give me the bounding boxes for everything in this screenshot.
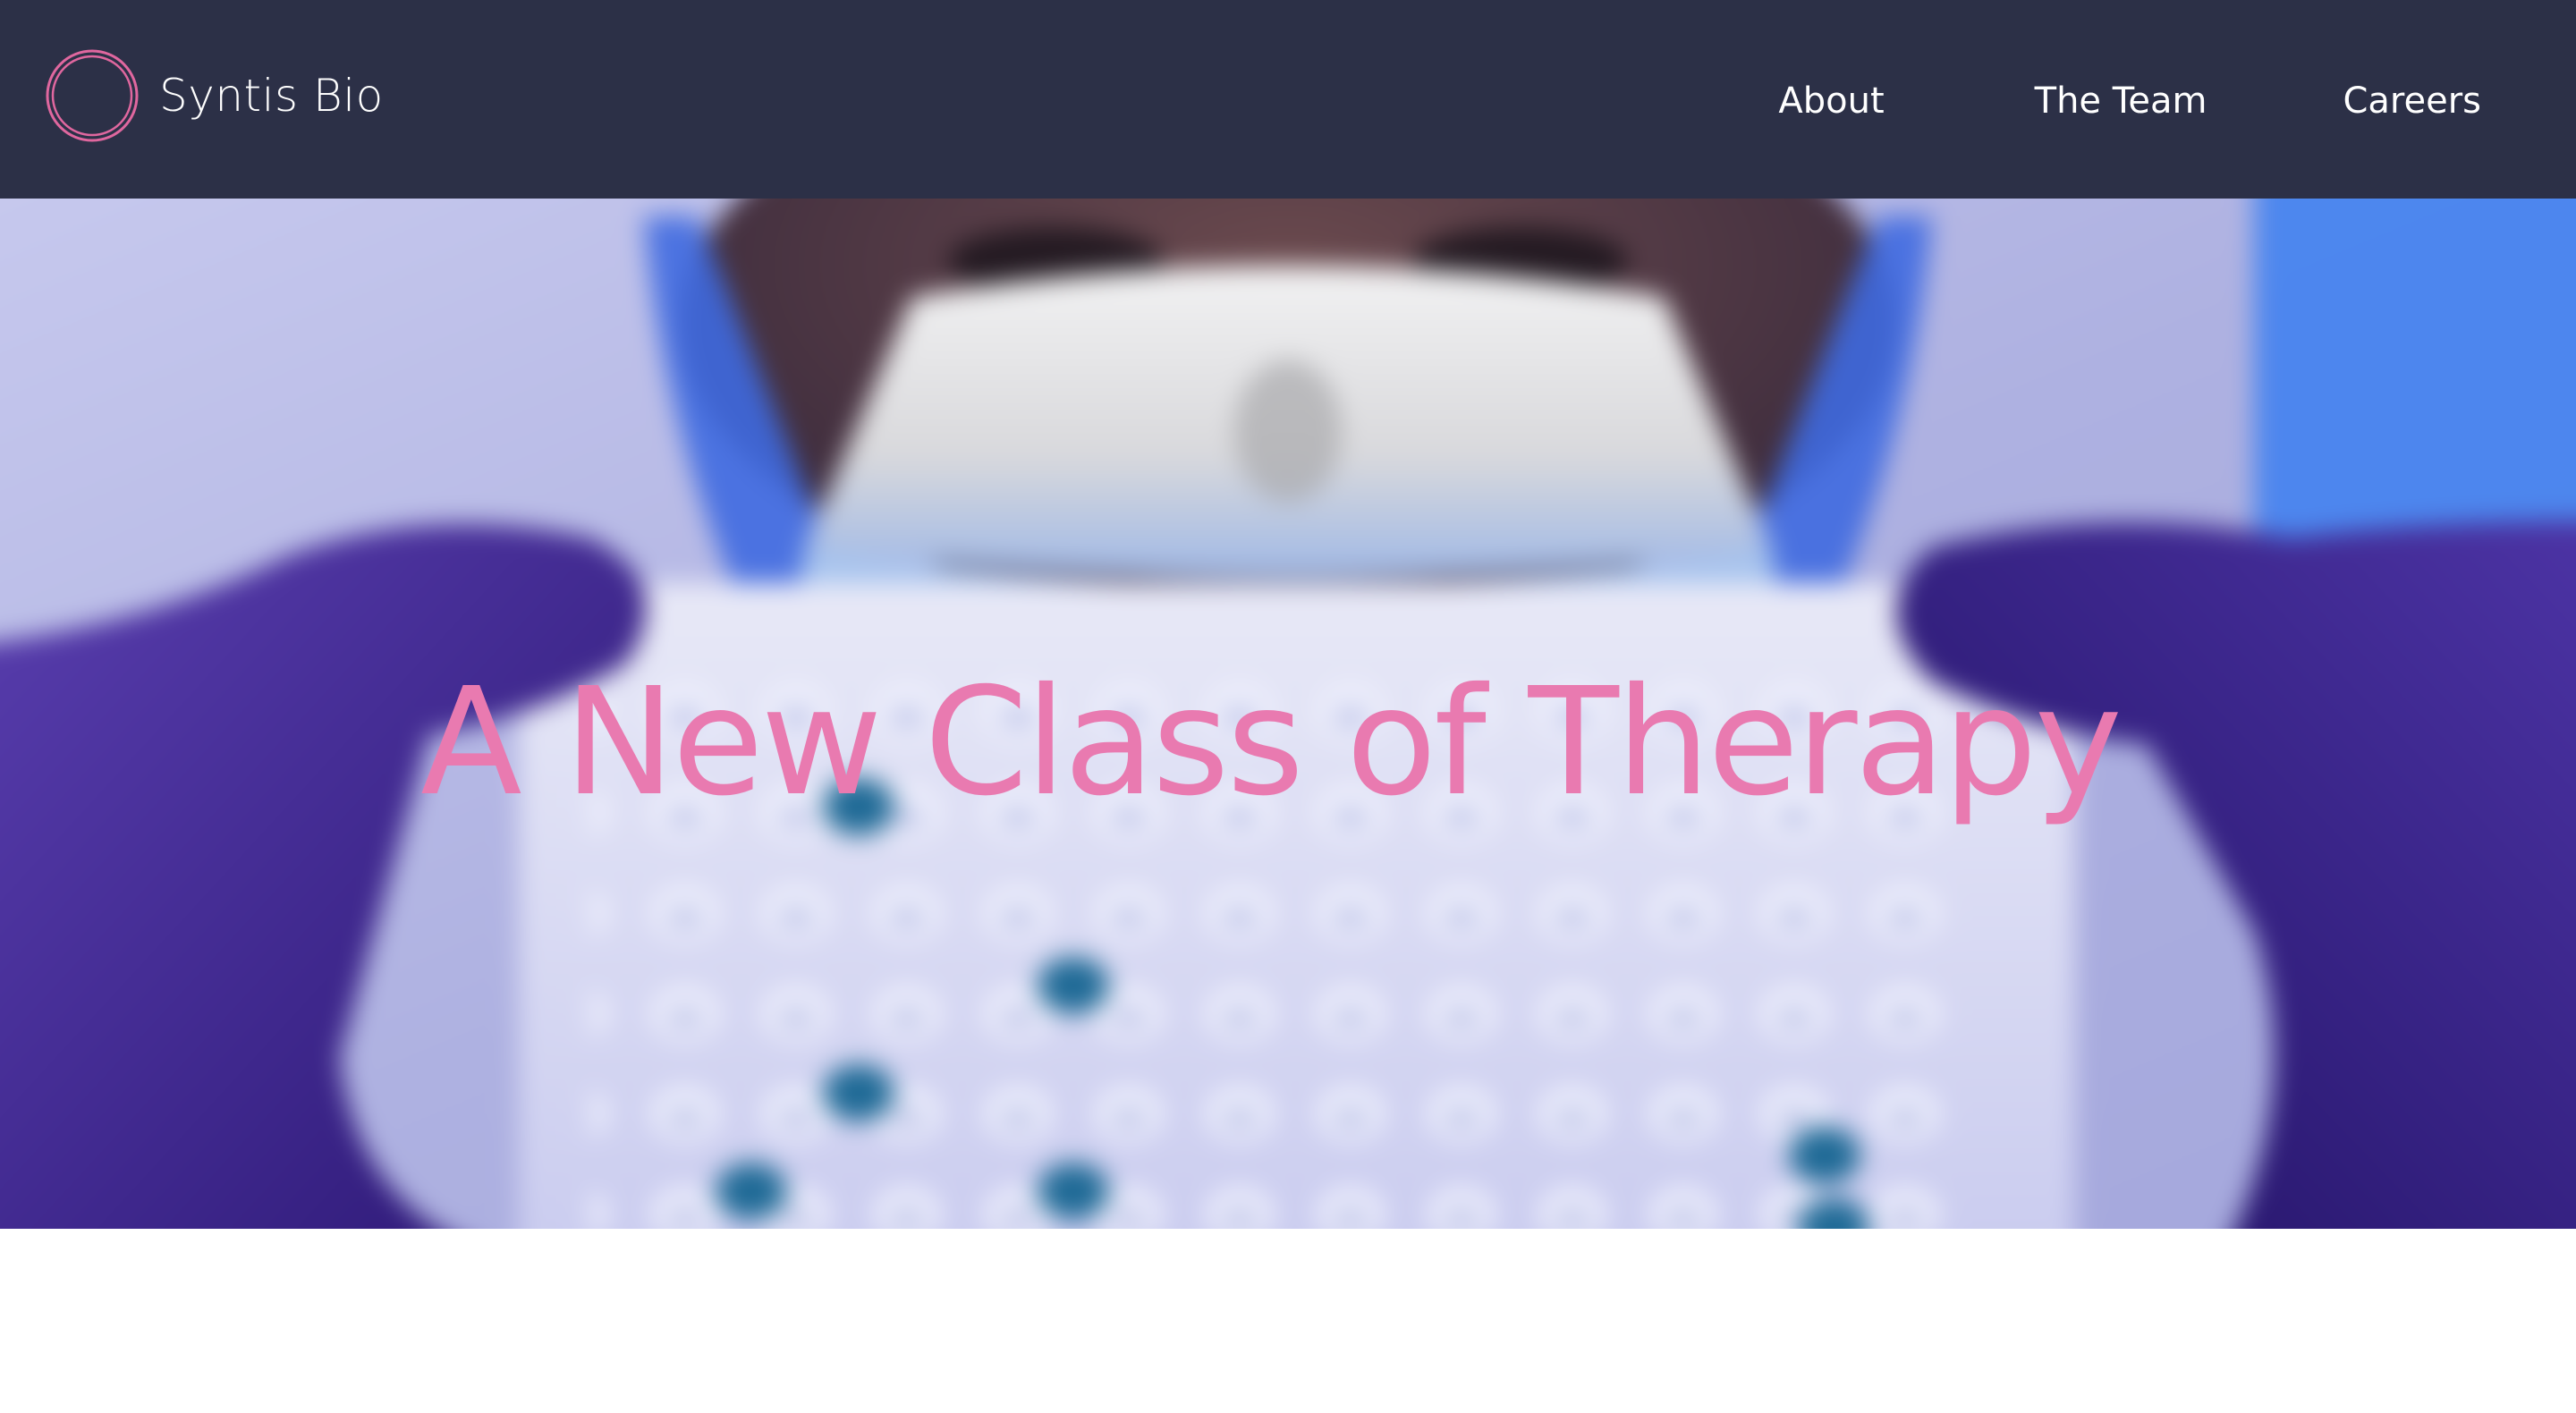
main-nav: About The Team Careers [1778, 80, 2531, 122]
nav-link-the-team[interactable]: The Team [2035, 80, 2207, 122]
hero-section: A New Class of Therapy [0, 199, 2576, 1229]
hero-title: A New Class of Therapy [420, 656, 2123, 829]
content-area [0, 1229, 2576, 1413]
brand-home-link[interactable]: Syntis Bio [45, 48, 384, 143]
nav-link-careers[interactable]: Careers [2343, 80, 2481, 122]
page: Syntis Bio About The Team Careers A New … [0, 0, 2576, 1413]
nav-link-about[interactable]: About [1778, 80, 1884, 122]
brand-name: Syntis Bio [159, 70, 384, 122]
ring-logo-icon [46, 49, 139, 142]
site-header: Syntis Bio About The Team Careers [0, 0, 2576, 199]
